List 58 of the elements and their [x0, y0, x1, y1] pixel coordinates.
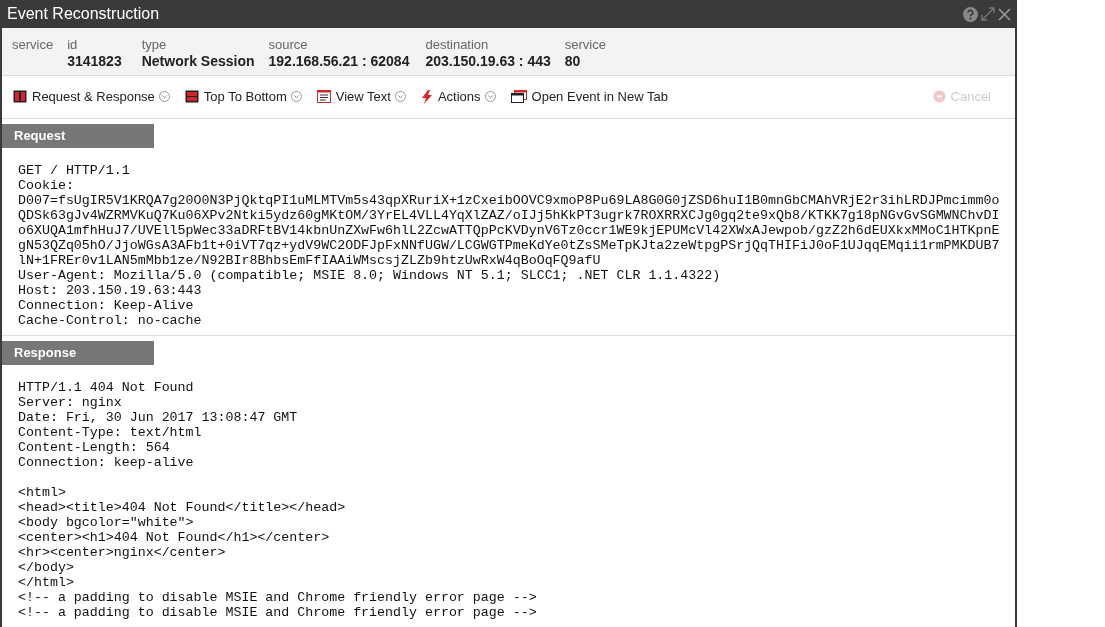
field-label: destination [425, 37, 490, 52]
code-line: User-Agent: Mozilla/5.0 (compatible; MSIE 8.0; Windows NT 5.1; SLCC1; .NET CLR 1.1.4322) [18, 268, 721, 283]
toolbar-button[interactable]: Request & Response [13, 89, 170, 104]
dropdown-icon[interactable] [290, 91, 302, 102]
field-value: Network Session [141, 53, 255, 69]
field-label: type [141, 37, 168, 52]
code-line: <head><title>404 Not Found</title></head> [18, 500, 346, 515]
close-icon[interactable] [998, 7, 1011, 21]
code-line: <!-- a padding to disable MSIE and Chrome friendly error page --> [18, 605, 537, 620]
document-icon [316, 90, 331, 103]
field-label: id [67, 37, 79, 52]
new-tab-icon [510, 90, 527, 103]
field-label: service [12, 37, 54, 52]
code-line: o6XUQA1mfhHuJ7/UVEll5pWec33aDRFtBV14kbnUnZXwFw6hlL2ZcwATTQpPcKVDynV6Tz0ccr1WE9kjEPUMcVl42XWxAJewpob/gzZ2h6dEUXkxMMoC1HTKpnE [18, 223, 1000, 238]
code-line: <hr><center>nginx</center> [18, 545, 226, 560]
code-line: Connection: keep-alive [18, 455, 194, 470]
code-line: Connection: Keep-Alive [18, 298, 194, 313]
section-header: Request [2, 124, 154, 148]
field-value: 192.168.56.21 : 62084 [268, 53, 410, 69]
field-value: 80 [564, 53, 582, 69]
field-value: 203.150.19.63 : 443 [425, 53, 551, 69]
rows-icon [184, 90, 199, 103]
code-line: Cookie: [18, 178, 74, 193]
expand-icon[interactable] [981, 7, 995, 21]
code-line: <!-- a padding to disable MSIE and Chrome friendly error page --> [18, 590, 537, 605]
code-line: Date: Fri, 30 Jun 2017 13:08:47 GMT [18, 410, 298, 425]
code-line: <center><h1>404 Not Found</h1></center> [18, 530, 330, 545]
code-line: Content-Type: text/html [18, 425, 202, 440]
dropdown-icon[interactable] [484, 91, 496, 102]
code-line: HTTP/1.1 404 Not Found [18, 380, 194, 395]
code-line: <body bgcolor="white"> [18, 515, 194, 530]
window-title: Event Reconstruction [7, 5, 160, 23]
code-line: <html> [18, 485, 66, 500]
lightning-icon [420, 89, 433, 104]
code-line: GET / HTTP/1.1 [18, 163, 130, 178]
code-line: </body> [18, 560, 74, 575]
section-header: Response [2, 341, 154, 365]
code-line: lN+1FREr0v1LAN5mMbb1ze/N92BIr8BhbsEmFfIAAiWMscsjZLZb9htzUwRxW4qBoOqFQ9afU [18, 253, 601, 268]
code-line: Server: nginx [18, 395, 122, 410]
field-value: 3141823 [67, 53, 122, 69]
help-icon[interactable] [963, 6, 978, 22]
code-line: Content-Length: 564 [18, 440, 170, 455]
dropdown-icon[interactable] [394, 91, 406, 102]
code-line: gN53QZq05hO/JjoWGsA3AFb1t+0iVT7qz+ydV9WC2ODFJpFxNNfUGW/LCGWGTPmeKdYe0tZsSMeTpKJta2zeWtpgPSrjQqTHIFiJ0oF1UJqqEMqii1rmPMKDUB7 [18, 238, 1000, 253]
dropdown-icon[interactable] [158, 91, 170, 102]
code-line: Cache-Control: no-cache [18, 313, 202, 328]
toolbar-button[interactable]: Open Event in New Tab [510, 89, 668, 104]
toolbar-button[interactable]: Top To Bottom [184, 89, 302, 104]
code-line: D007=fsUgIR5V1KRQA7g20O0N3PjQktqPI1uMLMTVm5s43qpXRuriX+1zCxeibOOVC9xmoP8Pu69LA8G0G0jZSD6huI1B0mnGbCMAhVRjE2r3ihLRDJPmcimm0o [18, 193, 1000, 208]
field-label: source [268, 37, 309, 52]
code-line: </html> [18, 575, 74, 590]
stop-icon [932, 90, 946, 103]
code-line: Host: 203.150.19.63:443 [18, 283, 202, 298]
field-label: service [564, 37, 606, 52]
toolbar-button[interactable]: View Text [316, 89, 406, 104]
code-line: QDSk63gJv4WZRMVKuQ7Ku06XPv2Ntki5ydz60gMKtOM/3YrEL4VLL4YqXlZAZ/oIJj5hKkPT3ugrk7ROXRRXCJg0gq2te9xQb8/KTKK7g18pNGvGvSGMWNChvDI [18, 208, 1000, 223]
columns-icon [13, 90, 27, 103]
toolbar-button[interactable]: Actions [420, 89, 496, 104]
